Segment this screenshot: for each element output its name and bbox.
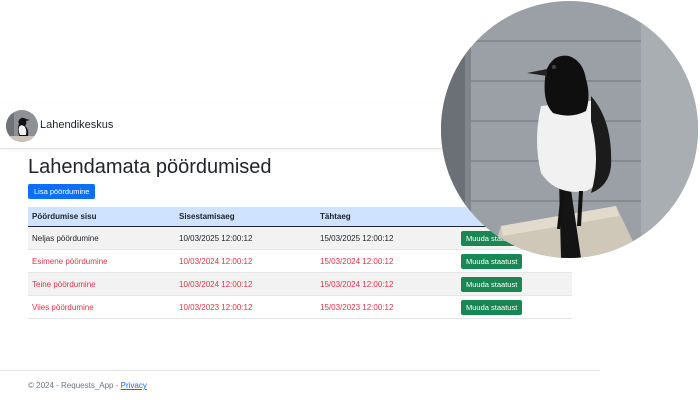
table-row: Viies pöördumine 10/03/2023 12:00:12 15/… [28,295,572,319]
column-header-deadline: Tähtaeg [316,207,457,227]
table-row: Esimene pöördumine 10/03/2024 12:00:12 1… [28,249,572,273]
footer-text: © 2024 - Requests_App - [28,381,121,390]
cell-deadline: 15/03/2025 12:00:12 [316,226,457,250]
privacy-link[interactable]: Privacy [121,381,147,390]
cell-content: Neljas pöördumine [28,226,175,250]
footer-divider [0,370,600,371]
column-header-content: Pöördumise sisu [28,207,175,227]
cell-content: Esimene pöördumine [28,249,175,273]
cell-created: 10/03/2023 12:00:12 [175,295,316,319]
column-header-created: Sisestamisaeg [175,207,316,227]
cell-deadline: 15/03/2024 12:00:12 [316,249,457,273]
change-status-button[interactable]: Muuda staatust [461,276,523,292]
navbar-brand[interactable]: Lahendikeskus [40,119,113,131]
cell-content: Teine pöördumine [28,272,175,296]
add-request-button[interactable]: Lisa pöördumine [28,184,96,199]
page-title: Lahendamata pöördumised [28,156,272,178]
change-status-button[interactable]: Muuda staatust [461,253,523,269]
cell-action: Muuda staatust [457,272,572,296]
cell-action: Muuda staatust [457,295,572,319]
cell-created: 10/03/2025 12:00:12 [175,226,316,250]
magpie-photo-icon [441,1,698,258]
cell-deadline: 15/03/2024 12:00:12 [316,272,457,296]
cell-created: 10/03/2024 12:00:12 [175,249,316,273]
footer: © 2024 - Requests_App - Privacy [28,381,147,390]
table-row: Teine pöördumine 10/03/2024 12:00:12 15/… [28,272,572,296]
cell-content: Viies pöördumine [28,295,175,319]
change-status-button[interactable]: Muuda staatust [461,299,523,315]
cell-created: 10/03/2024 12:00:12 [175,272,316,296]
magpie-avatar-icon[interactable] [6,110,38,142]
cell-deadline: 15/03/2023 12:00:12 [316,295,457,319]
